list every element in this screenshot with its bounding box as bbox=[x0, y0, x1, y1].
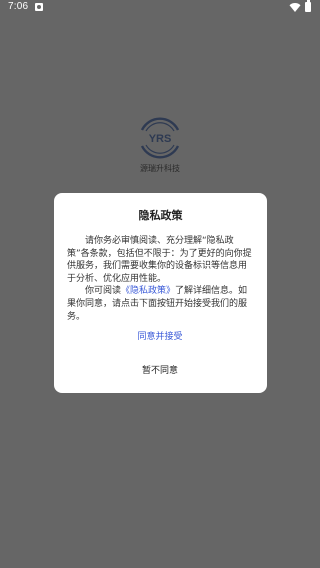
dialog-title: 隐私政策 bbox=[138, 209, 183, 222]
dialog-paragraph-1: 请你务必审慎阅读、充分理解“隐私政策”各条款，包括但不限于：为了更好的向你提供服… bbox=[67, 236, 252, 284]
privacy-policy-link[interactable]: 《隐私政策》 bbox=[121, 286, 175, 296]
agree-button[interactable]: 同意并接受 bbox=[0, 329, 320, 342]
wifi-icon bbox=[289, 3, 301, 13]
status-bar: 7:06 bbox=[0, 0, 320, 14]
dialog-body: 请你务必审慎阅读、充分理解“隐私政策”各条款，包括但不限于：为了更好的向你提供服… bbox=[67, 235, 255, 323]
app-name: 源瑞升科技 bbox=[140, 164, 180, 173]
paragraph-2-prefix: 你可阅读 bbox=[85, 286, 122, 297]
status-time: 7:06 bbox=[8, 1, 29, 12]
notification-icon bbox=[35, 3, 43, 11]
logo-text: YRS bbox=[149, 133, 172, 145]
dialog-paragraph-2: 你可阅读《隐私政策》了解详细信息。如果你同意，请点击下面按钮开始接受我们的服务。 bbox=[67, 285, 255, 323]
app-logo: YRS bbox=[140, 117, 180, 159]
battery-icon bbox=[305, 0, 311, 12]
disagree-button[interactable]: 暂不同意 bbox=[0, 363, 320, 376]
